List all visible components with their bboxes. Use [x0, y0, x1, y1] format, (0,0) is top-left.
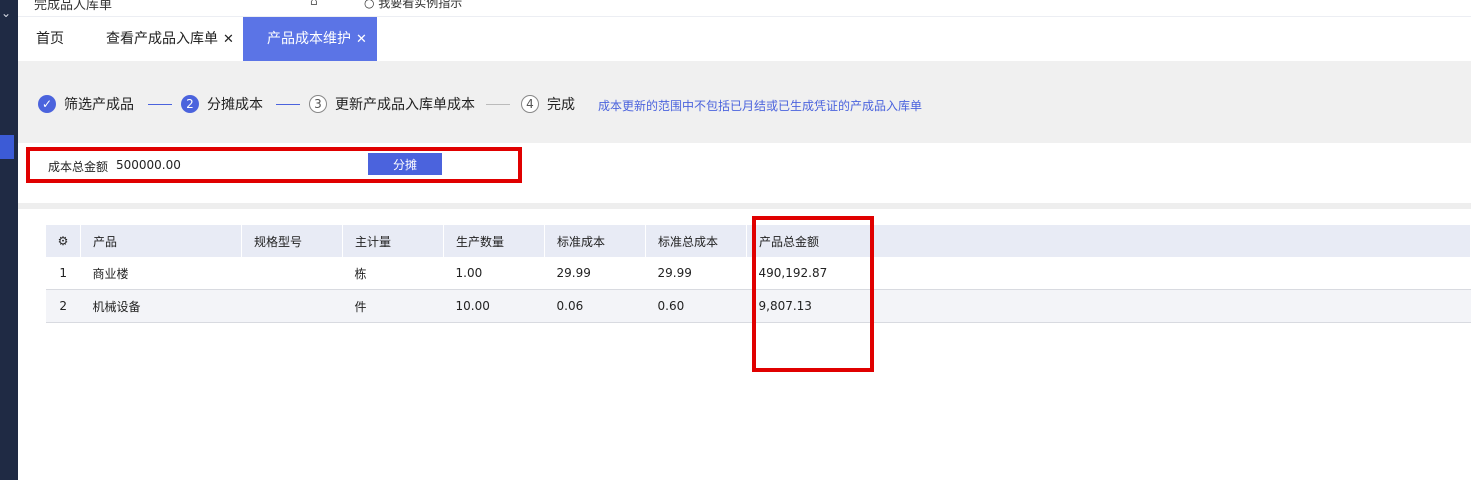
cell-unit: 栋 [342, 257, 444, 290]
step-1[interactable]: ✓ 筛选产成品 [38, 94, 134, 114]
cell-std-total: 29.99 [645, 257, 747, 290]
sidebar-active-indicator [0, 135, 14, 159]
tab-cost-maintenance[interactable]: 产品成本维护 ✕ [243, 17, 377, 61]
step-bar: ✓ 筛选产成品 2 分摊成本 3 更新产成品入库单成本 4 完成 成本更新的范围… [18, 61, 1471, 143]
step-4[interactable]: 4 完成 [521, 94, 575, 114]
close-icon[interactable]: ✕ [223, 32, 234, 47]
row-index: 2 [46, 289, 81, 323]
cell-qty: 1.00 [443, 257, 545, 290]
col-spec[interactable]: 规格型号 [241, 225, 343, 257]
tab-home-label: 首页 [36, 31, 64, 47]
cell-unit: 件 [342, 289, 444, 323]
breadcrumb: 完成品人库单 [34, 0, 113, 13]
col-std-total[interactable]: 标准总成本 [645, 225, 747, 257]
tab-home[interactable]: 首页 [36, 17, 64, 61]
step-3[interactable]: 3 更新产成品入库单成本 [309, 94, 475, 114]
cell-std-total: 0.60 [645, 289, 747, 323]
step-3-label: 更新产成品入库单成本 [335, 97, 475, 113]
left-sidebar: ⌄ [0, 0, 18, 480]
table-area: ⚙ 产品 规格型号 主计量 生产数量 标准成本 标准总成本 产品总金额 1 商业… [18, 209, 1471, 480]
tab-bar: 首页 查看产成品入库单 ✕ 产品成本维护 ✕ [18, 17, 1471, 61]
step-connector [148, 104, 172, 105]
step-2[interactable]: 2 分摊成本 [181, 94, 263, 114]
cell-product: 商业楼 [80, 257, 242, 290]
col-std-cost[interactable]: 标准成本 [544, 225, 646, 257]
step-3-number: 3 [309, 95, 327, 113]
chevron-down-icon[interactable]: ⌄ [1, 6, 11, 20]
cell-std-cost: 0.06 [544, 289, 646, 323]
step-2-label: 分摊成本 [207, 97, 263, 113]
col-unit[interactable]: 主计量 [342, 225, 444, 257]
check-icon: ✓ [38, 95, 56, 113]
cell-spec [241, 257, 343, 290]
tab-cost-maintenance-label: 产品成本维护 [267, 31, 351, 47]
top-strip: 完成品人库单 ⌂ ○ 我要看实例指示 [18, 0, 1471, 17]
guide-link[interactable]: ○ 我要看实例指示 [364, 0, 462, 11]
allocate-button[interactable]: 分摊 [368, 153, 442, 175]
gear-icon[interactable]: ⚙ [46, 225, 81, 257]
step-connector [276, 104, 300, 105]
step-4-label: 完成 [547, 97, 575, 113]
allocation-form: 成本总金额 500000.00 分摊 [18, 143, 1471, 203]
col-qty[interactable]: 生产数量 [443, 225, 545, 257]
close-icon[interactable]: ✕ [356, 32, 367, 47]
total-cost-input[interactable]: 500000.00 [116, 158, 181, 172]
step-4-number: 4 [521, 95, 539, 113]
col-product[interactable]: 产品 [80, 225, 242, 257]
cell-std-cost: 29.99 [544, 257, 646, 290]
total-cost-label: 成本总金额 [48, 160, 109, 174]
row-index: 1 [46, 257, 81, 290]
step-connector [486, 104, 510, 105]
tab-view-receipt-label: 查看产成品入库单 [106, 31, 218, 47]
highlight-box [752, 216, 874, 372]
scope-hint: 成本更新的范围中不包括已月结或已生成凭证的产成品入库单 [598, 99, 923, 113]
step-1-label: 筛选产成品 [64, 97, 134, 113]
tab-view-receipt[interactable]: 查看产成品入库单 ✕ [106, 17, 234, 61]
cell-qty: 10.00 [443, 289, 545, 323]
step-2-number: 2 [181, 95, 199, 113]
cell-product: 机械设备 [80, 289, 242, 323]
home-icon[interactable]: ⌂ [310, 0, 318, 8]
cell-spec [241, 289, 343, 323]
